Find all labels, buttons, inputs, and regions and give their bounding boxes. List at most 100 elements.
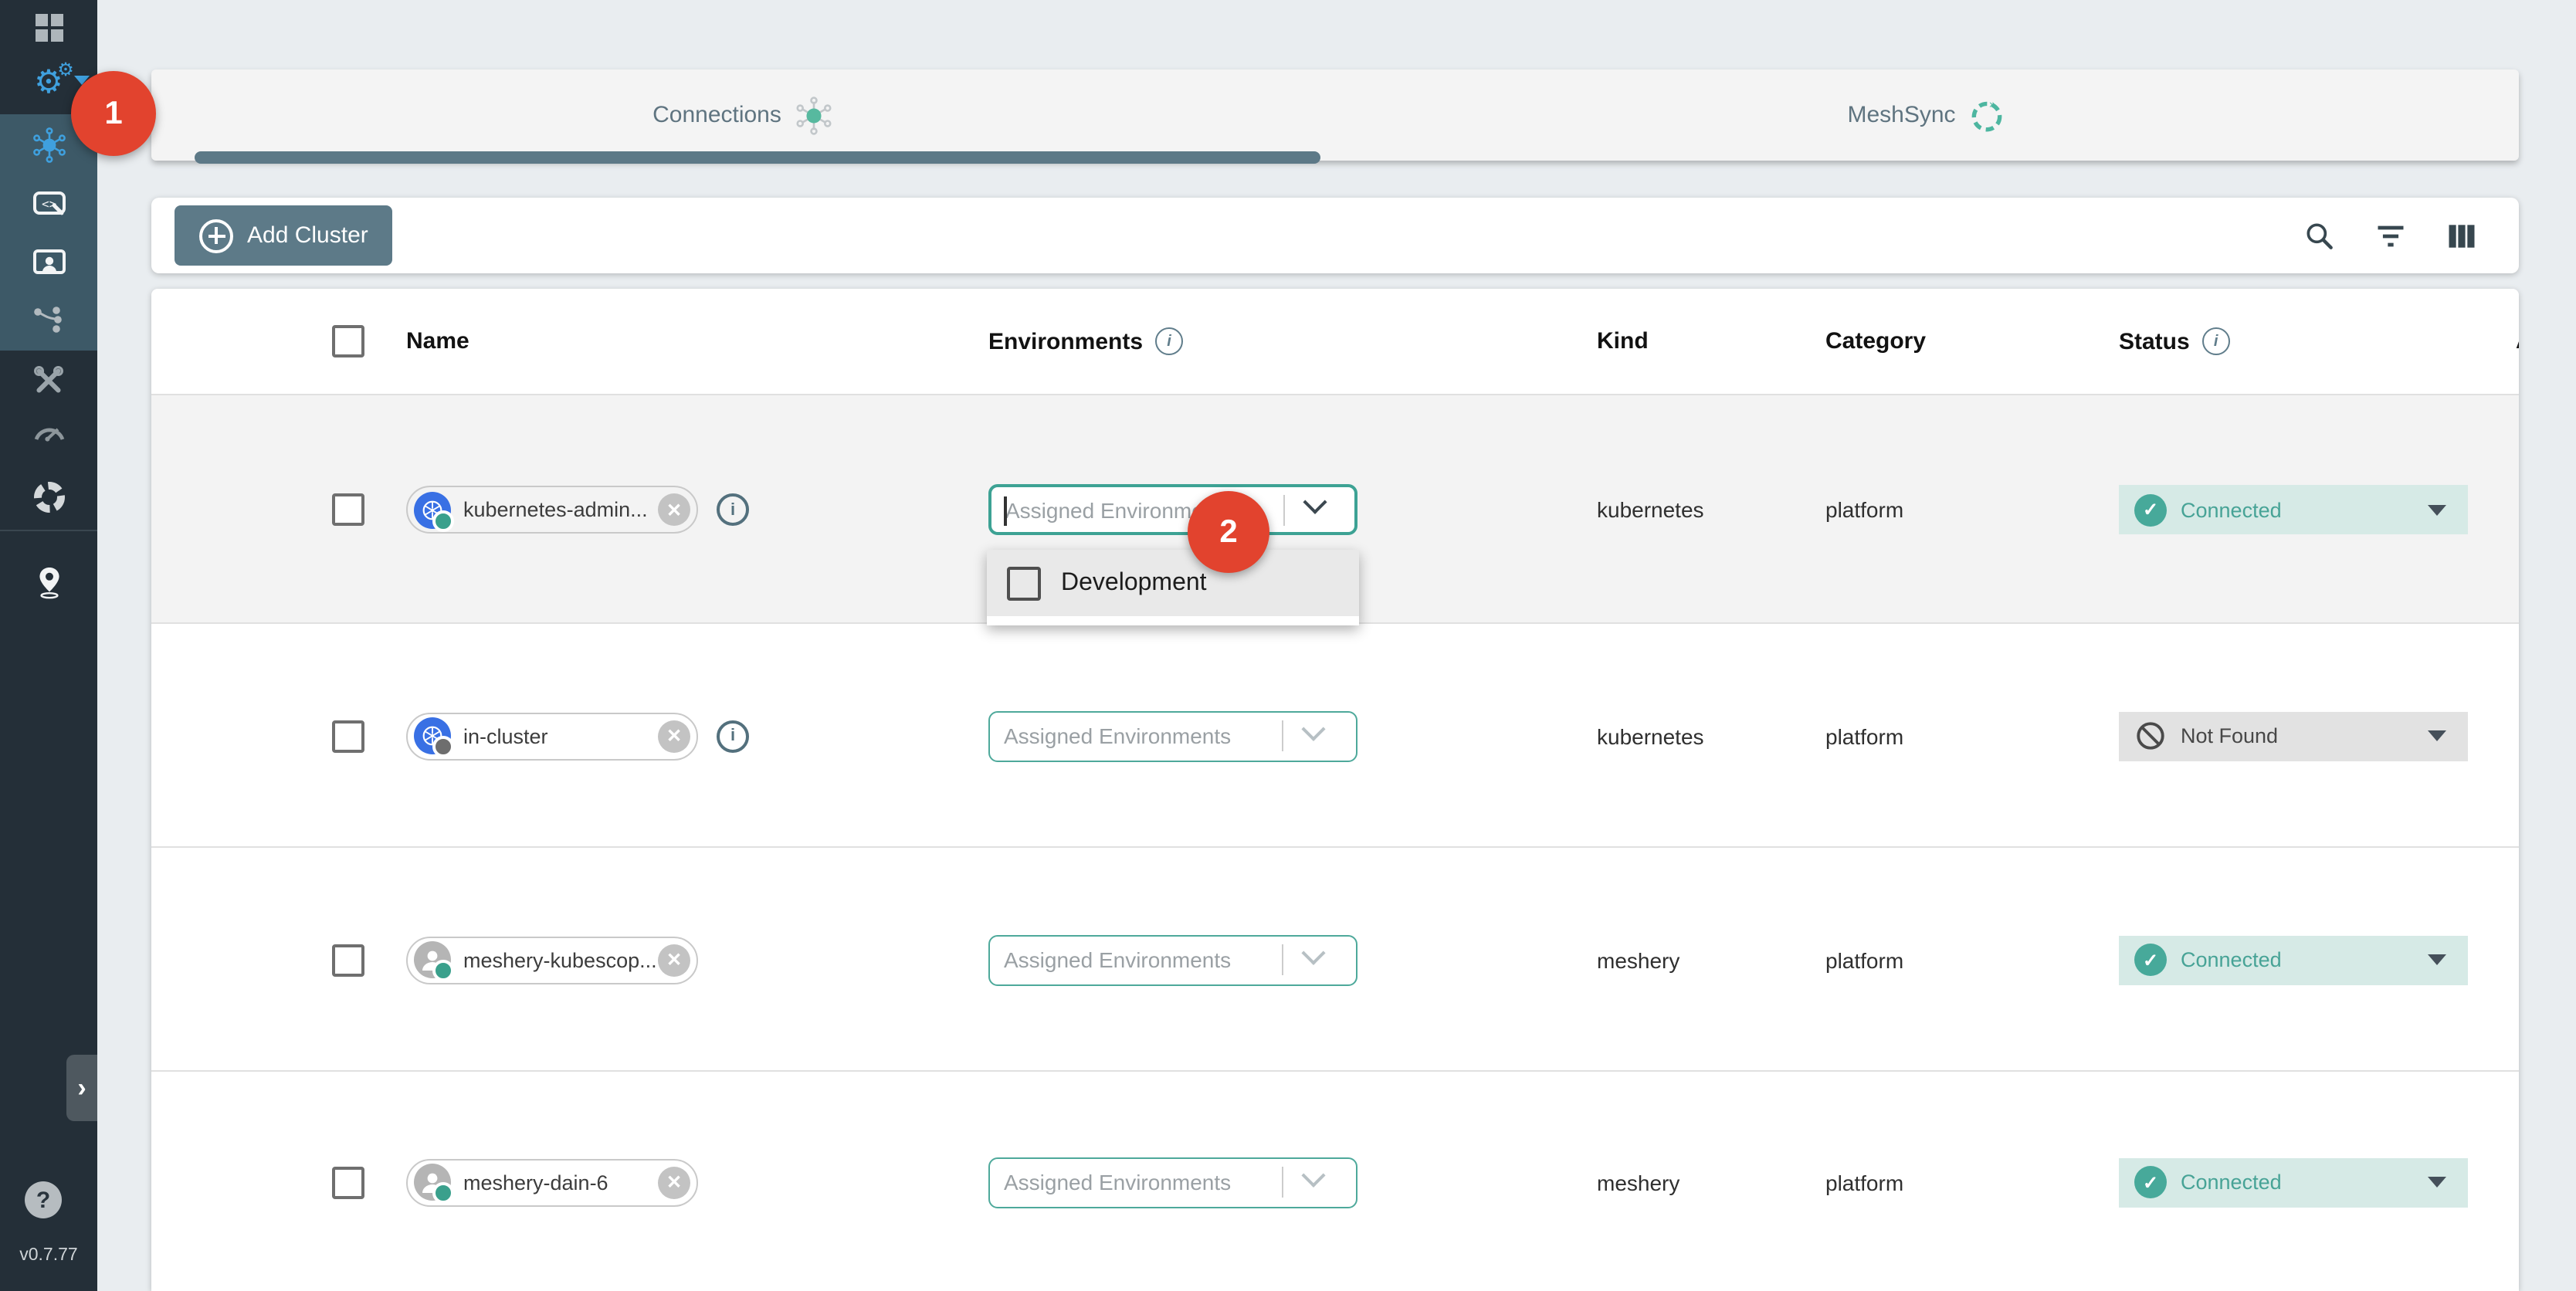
chevron-down-icon[interactable] xyxy=(1301,1163,1325,1187)
chevron-down-icon[interactable] xyxy=(1301,717,1325,740)
info-icon[interactable]: i xyxy=(717,493,749,526)
column-header-kind[interactable]: Kind xyxy=(1597,328,1649,354)
row-checkbox[interactable] xyxy=(332,720,364,752)
environments-input[interactable] xyxy=(990,723,1279,748)
column-header-status[interactable]: Statusi xyxy=(2119,327,2230,355)
annotation-badge-2: 2 xyxy=(1188,491,1269,573)
status-dot xyxy=(432,736,454,757)
connection-name-chip[interactable]: meshery-kubescop... ✕ xyxy=(406,936,698,984)
select-divider xyxy=(1282,720,1283,751)
dashboard-icon[interactable] xyxy=(0,0,97,56)
environments-input[interactable] xyxy=(990,1170,1279,1194)
user-screen-icon[interactable] xyxy=(0,235,97,290)
caret-down-icon xyxy=(2428,504,2446,515)
close-icon[interactable]: ✕ xyxy=(658,493,690,526)
category-cell: platform xyxy=(1825,497,1903,522)
table-header-row: Name Environmentsi Kind Category Statusi… xyxy=(151,289,2519,395)
column-header-category[interactable]: Category xyxy=(1825,328,1926,354)
tab-meshsync[interactable]: MeshSync » xyxy=(1335,69,2519,161)
connection-name-chip[interactable]: kubernetes-admin... ✕ xyxy=(406,486,698,534)
chevron-right-icon: › xyxy=(77,1072,86,1103)
dropdown-option-development[interactable]: Development xyxy=(987,550,1359,616)
table-row: in-cluster ✕ i kubernetes platform Not F… xyxy=(151,622,2519,848)
expand-sidebar-button[interactable]: › xyxy=(66,1055,97,1121)
option-checkbox[interactable] xyxy=(1007,566,1041,600)
add-cluster-label: Add Cluster xyxy=(247,222,368,249)
view-columns-icon[interactable] xyxy=(2443,217,2480,254)
category-cell: platform xyxy=(1825,723,1903,748)
row-checkbox[interactable] xyxy=(332,1166,364,1198)
performance-gauge-icon[interactable] xyxy=(0,406,97,462)
chevron-down-icon[interactable] xyxy=(1303,490,1327,514)
status-select[interactable]: ✓ Connected xyxy=(2119,485,2468,534)
sidebar: ⚙⚙ <> xyxy=(0,0,97,1291)
table-row: kubernetes-admin... ✕ i Development kube… xyxy=(151,394,2519,624)
chevron-down-icon[interactable] xyxy=(1301,940,1325,964)
connection-name: in-cluster xyxy=(463,724,658,747)
connections-mesh-icon xyxy=(30,127,67,164)
info-icon[interactable]: i xyxy=(1155,327,1183,355)
status-label: Connected xyxy=(2181,498,2282,521)
status-select[interactable]: ✓ Connected xyxy=(2119,935,2468,984)
select-divider xyxy=(1282,1167,1283,1198)
table-tools xyxy=(2301,198,2480,273)
connection-name-chip[interactable]: in-cluster ✕ xyxy=(406,712,698,760)
select-all-checkbox[interactable] xyxy=(332,325,364,357)
category-cell: platform xyxy=(1825,947,1903,972)
status-select[interactable]: ✓ Connected xyxy=(2119,1157,2468,1207)
filter-icon[interactable] xyxy=(2372,217,2409,254)
environments-select[interactable] xyxy=(988,1157,1357,1208)
toolbox-icon[interactable] xyxy=(0,352,97,408)
kind-cell: kubernetes xyxy=(1597,723,1704,748)
caret-down-icon xyxy=(2428,954,2446,965)
add-cluster-button[interactable]: Add Cluster xyxy=(175,205,393,266)
environments-select[interactable] xyxy=(988,934,1357,985)
tabs-bar: Connections MeshSync » xyxy=(151,69,2519,161)
plus-circle-icon xyxy=(199,219,233,252)
kind-cell: kubernetes xyxy=(1597,497,1704,522)
status-select[interactable]: Not Found xyxy=(2119,711,2468,761)
select-divider xyxy=(1283,494,1285,525)
environments-input[interactable] xyxy=(990,947,1279,972)
close-icon[interactable]: ✕ xyxy=(658,944,690,976)
adapters-code-icon[interactable]: <> xyxy=(0,176,97,232)
check-icon: ✓ xyxy=(2134,944,2167,976)
tab-meshsync-label: MeshSync xyxy=(1847,102,1955,128)
option-label: Development xyxy=(1061,569,1207,597)
close-icon[interactable]: ✕ xyxy=(658,720,690,752)
extensions-icon[interactable] xyxy=(0,469,97,525)
connections-table: Name Environmentsi Kind Category Statusi… xyxy=(151,289,2519,1291)
status-label: Connected xyxy=(2181,948,2282,971)
status-label: Connected xyxy=(2181,1171,2282,1194)
sync-ring-icon: » xyxy=(1968,96,2007,134)
column-header-name[interactable]: Name xyxy=(406,328,469,354)
environments-select[interactable] xyxy=(988,484,1357,535)
app-version: v0.7.77 xyxy=(0,1246,97,1265)
environments-dropdown-menu: Development xyxy=(987,550,1359,625)
service-graph-icon[interactable] xyxy=(0,292,97,347)
annotation-badge-1: 1 xyxy=(71,71,156,156)
location-pin-icon[interactable] xyxy=(0,554,97,610)
connection-name-chip[interactable]: meshery-dain-6 ✕ xyxy=(406,1158,698,1206)
connection-name: meshery-kubescop... xyxy=(463,948,658,971)
check-icon: ✓ xyxy=(2134,493,2167,526)
kubernetes-icon xyxy=(414,491,451,528)
column-header-environments[interactable]: Environmentsi xyxy=(988,327,1183,355)
avatar-icon xyxy=(414,941,451,978)
environments-select[interactable] xyxy=(988,710,1357,761)
close-icon[interactable]: ✕ xyxy=(658,1166,690,1198)
active-tab-indicator xyxy=(195,151,1320,164)
row-checkbox[interactable] xyxy=(332,944,364,976)
connection-name: kubernetes-admin... xyxy=(463,498,658,521)
sidebar-divider xyxy=(0,530,97,531)
kubernetes-icon xyxy=(414,717,451,754)
search-icon[interactable] xyxy=(2301,217,2338,254)
column-header-actions: Actions xyxy=(2516,328,2519,354)
tab-connections[interactable]: Connections xyxy=(151,69,1335,161)
help-icon[interactable]: ? xyxy=(25,1181,62,1218)
status-dot xyxy=(432,1182,454,1204)
info-icon[interactable]: i xyxy=(717,720,749,752)
row-checkbox[interactable] xyxy=(332,493,364,526)
info-icon[interactable]: i xyxy=(2202,327,2230,355)
blocked-icon xyxy=(2134,720,2167,752)
